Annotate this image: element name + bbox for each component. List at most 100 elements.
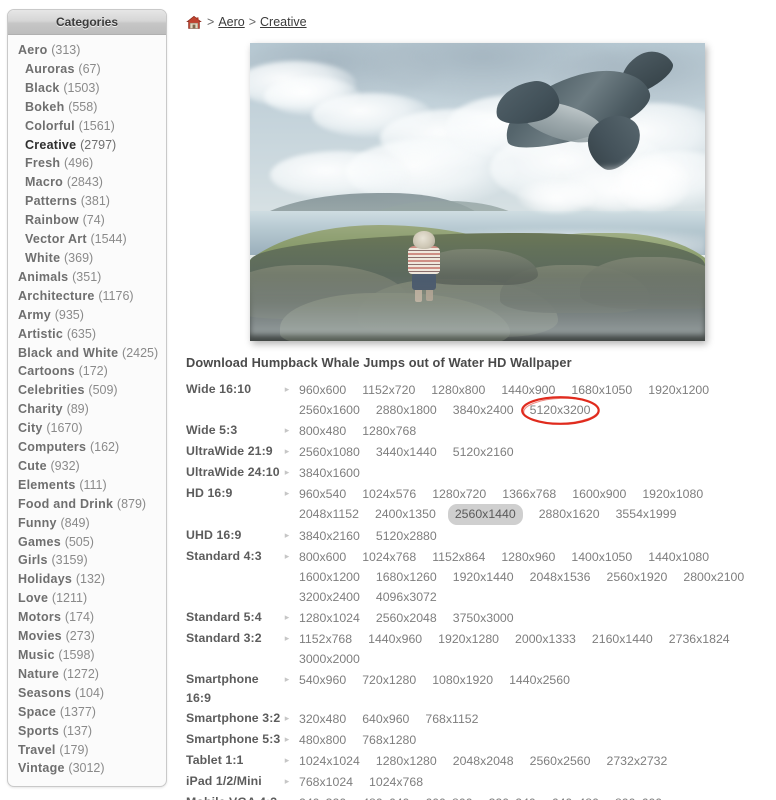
sidebar-item-love[interactable]: Love (1211)	[8, 589, 166, 608]
sidebar-item-girls[interactable]: Girls (3159)	[8, 551, 166, 570]
resolution-link[interactable]: 1280x1280	[376, 752, 437, 771]
resolution-link[interactable]: 600x800	[425, 794, 472, 800]
sidebar-item-cartoons[interactable]: Cartoons (172)	[8, 362, 166, 381]
sidebar-item-travel[interactable]: Travel (179)	[8, 741, 166, 760]
sidebar-item-motors[interactable]: Motors (174)	[8, 608, 166, 627]
resolution-link[interactable]: 2560x1920	[607, 568, 668, 587]
sidebar-item-funny[interactable]: Funny (849)	[8, 514, 166, 533]
sidebar-item-vector-art[interactable]: Vector Art (1544)	[8, 230, 166, 249]
sidebar-item-auroras[interactable]: Auroras (67)	[8, 60, 166, 79]
resolution-link[interactable]: 2560x1600	[299, 401, 360, 420]
resolution-link[interactable]: 800x600	[299, 548, 346, 567]
resolution-link[interactable]: 1440x1080	[648, 548, 709, 567]
sidebar-item-fresh[interactable]: Fresh (496)	[8, 154, 166, 173]
resolution-link[interactable]: 2048x1152	[299, 505, 359, 524]
resolution-link[interactable]: 2800x2100	[683, 568, 744, 587]
sidebar-item-bokeh[interactable]: Bokeh (558)	[8, 98, 166, 117]
resolution-link[interactable]: 1680x1050	[571, 381, 632, 400]
sidebar-item-charity[interactable]: Charity (89)	[8, 400, 166, 419]
sidebar-item-music[interactable]: Music (1598)	[8, 646, 166, 665]
resolution-link[interactable]: 1920x1200	[648, 381, 709, 400]
resolution-link[interactable]: 2560x2048	[376, 609, 437, 628]
resolution-link[interactable]: 4096x3072	[376, 588, 437, 607]
resolution-link[interactable]: 3840x1600	[299, 464, 360, 483]
resolution-link[interactable]: 768x1280	[362, 731, 416, 750]
resolution-link[interactable]: 1280x960	[501, 548, 555, 567]
resolution-link[interactable]: 3840x2400	[453, 401, 514, 420]
resolution-link[interactable]: 2880x1620	[539, 505, 600, 524]
resolution-link[interactable]: 3554x1999	[616, 505, 677, 524]
resolution-link[interactable]: 1280x800	[431, 381, 485, 400]
resolution-link[interactable]: 1440x960	[368, 630, 422, 649]
sidebar-item-cute[interactable]: Cute (932)	[8, 457, 166, 476]
sidebar-item-computers[interactable]: Computers (162)	[8, 438, 166, 457]
resolution-link[interactable]: 320x480	[299, 710, 346, 729]
resolution-link[interactable]: 1152x720	[362, 381, 415, 400]
resolution-link[interactable]: 1366x768	[502, 485, 556, 504]
resolution-link[interactable]: 2160x1440	[592, 630, 653, 649]
resolution-link[interactable]: 2000x1333	[515, 630, 576, 649]
sidebar-item-black-and-white[interactable]: Black and White (2425)	[8, 344, 166, 363]
sidebar-item-creative[interactable]: Creative (2797)	[8, 136, 166, 155]
resolution-link[interactable]: 1680x1260	[376, 568, 437, 587]
resolution-link[interactable]: 1152x768	[299, 630, 352, 649]
resolution-link[interactable]: 3440x1440	[376, 443, 437, 462]
resolution-link[interactable]: 480x640	[362, 794, 409, 800]
sidebar-item-army[interactable]: Army (935)	[8, 306, 166, 325]
resolution-link[interactable]: 3200x2400	[299, 588, 360, 607]
resolution-link[interactable]: 1152x864	[432, 548, 485, 567]
sidebar-item-space[interactable]: Space (1377)	[8, 703, 166, 722]
resolution-link[interactable]: 1920x1280	[438, 630, 499, 649]
home-icon[interactable]	[186, 15, 202, 30]
sidebar-item-vintage[interactable]: Vintage (3012)	[8, 759, 166, 778]
sidebar-item-white[interactable]: White (369)	[8, 249, 166, 268]
resolution-link[interactable]: 1080x1920	[432, 671, 493, 690]
sidebar-item-aero[interactable]: Aero (313)	[8, 41, 166, 60]
resolution-link[interactable]: 1440x900	[501, 381, 555, 400]
resolution-link[interactable]: 2732x2732	[607, 752, 668, 771]
resolution-link[interactable]: 1400x1050	[571, 548, 632, 567]
sidebar-item-movies[interactable]: Movies (273)	[8, 627, 166, 646]
resolution-link[interactable]: 2048x1536	[530, 568, 591, 587]
sidebar-item-colorful[interactable]: Colorful (1561)	[8, 117, 166, 136]
sidebar-item-celebrities[interactable]: Celebrities (509)	[8, 381, 166, 400]
wallpaper-preview-image[interactable]	[250, 43, 705, 341]
resolution-link[interactable]: 1280x768	[362, 422, 416, 441]
resolution-link[interactable]: 2560x1440	[447, 504, 523, 525]
sidebar-item-holidays[interactable]: Holidays (132)	[8, 570, 166, 589]
resolution-link[interactable]: 5120x2160	[453, 443, 514, 462]
sidebar-item-sports[interactable]: Sports (137)	[8, 722, 166, 741]
sidebar-item-food-and-drink[interactable]: Food and Drink (879)	[8, 495, 166, 514]
resolution-link[interactable]: 1920x1440	[453, 568, 514, 587]
sidebar-item-elements[interactable]: Elements (111)	[8, 476, 166, 495]
resolution-link[interactable]: 2400x1350	[375, 505, 436, 524]
resolution-link[interactable]: 240x320	[299, 794, 346, 800]
resolution-link[interactable]: 720x1280	[362, 671, 416, 690]
sidebar-item-nature[interactable]: Nature (1272)	[8, 665, 166, 684]
sidebar-item-games[interactable]: Games (505)	[8, 533, 166, 552]
sidebar-item-rainbow[interactable]: Rainbow (74)	[8, 211, 166, 230]
resolution-link[interactable]: 800x480	[299, 422, 346, 441]
resolution-link[interactable]: 3000x2000	[299, 650, 360, 669]
resolution-link[interactable]: 960x600	[299, 381, 346, 400]
sidebar-item-artistic[interactable]: Artistic (635)	[8, 325, 166, 344]
breadcrumb-link-aero[interactable]: Aero	[218, 14, 244, 30]
resolution-link[interactable]: 540x960	[299, 671, 346, 690]
resolution-link[interactable]: 640x960	[362, 710, 409, 729]
resolution-link[interactable]: 640x480	[552, 794, 599, 800]
breadcrumb-link-creative[interactable]: Creative	[260, 14, 307, 30]
resolution-link[interactable]: 1024x768	[369, 773, 423, 792]
resolution-link[interactable]: 1600x1200	[299, 568, 360, 587]
resolution-link[interactable]: 768x1152	[425, 710, 478, 729]
resolution-link[interactable]: 2560x1080	[299, 443, 360, 462]
resolution-link[interactable]: 1280x720	[432, 485, 486, 504]
resolution-link[interactable]: 5120x3200	[530, 401, 591, 420]
resolution-link[interactable]: 3840x2160	[299, 527, 360, 546]
resolution-link[interactable]: 960x540	[299, 485, 346, 504]
sidebar-item-architecture[interactable]: Architecture (1176)	[8, 287, 166, 306]
resolution-link[interactable]: 768x1024	[299, 773, 353, 792]
resolution-link[interactable]: 1920x1080	[642, 485, 703, 504]
resolution-link[interactable]: 2048x2048	[453, 752, 514, 771]
resolution-link[interactable]: 1440x2560	[509, 671, 570, 690]
resolution-link[interactable]: 5120x2880	[376, 527, 437, 546]
